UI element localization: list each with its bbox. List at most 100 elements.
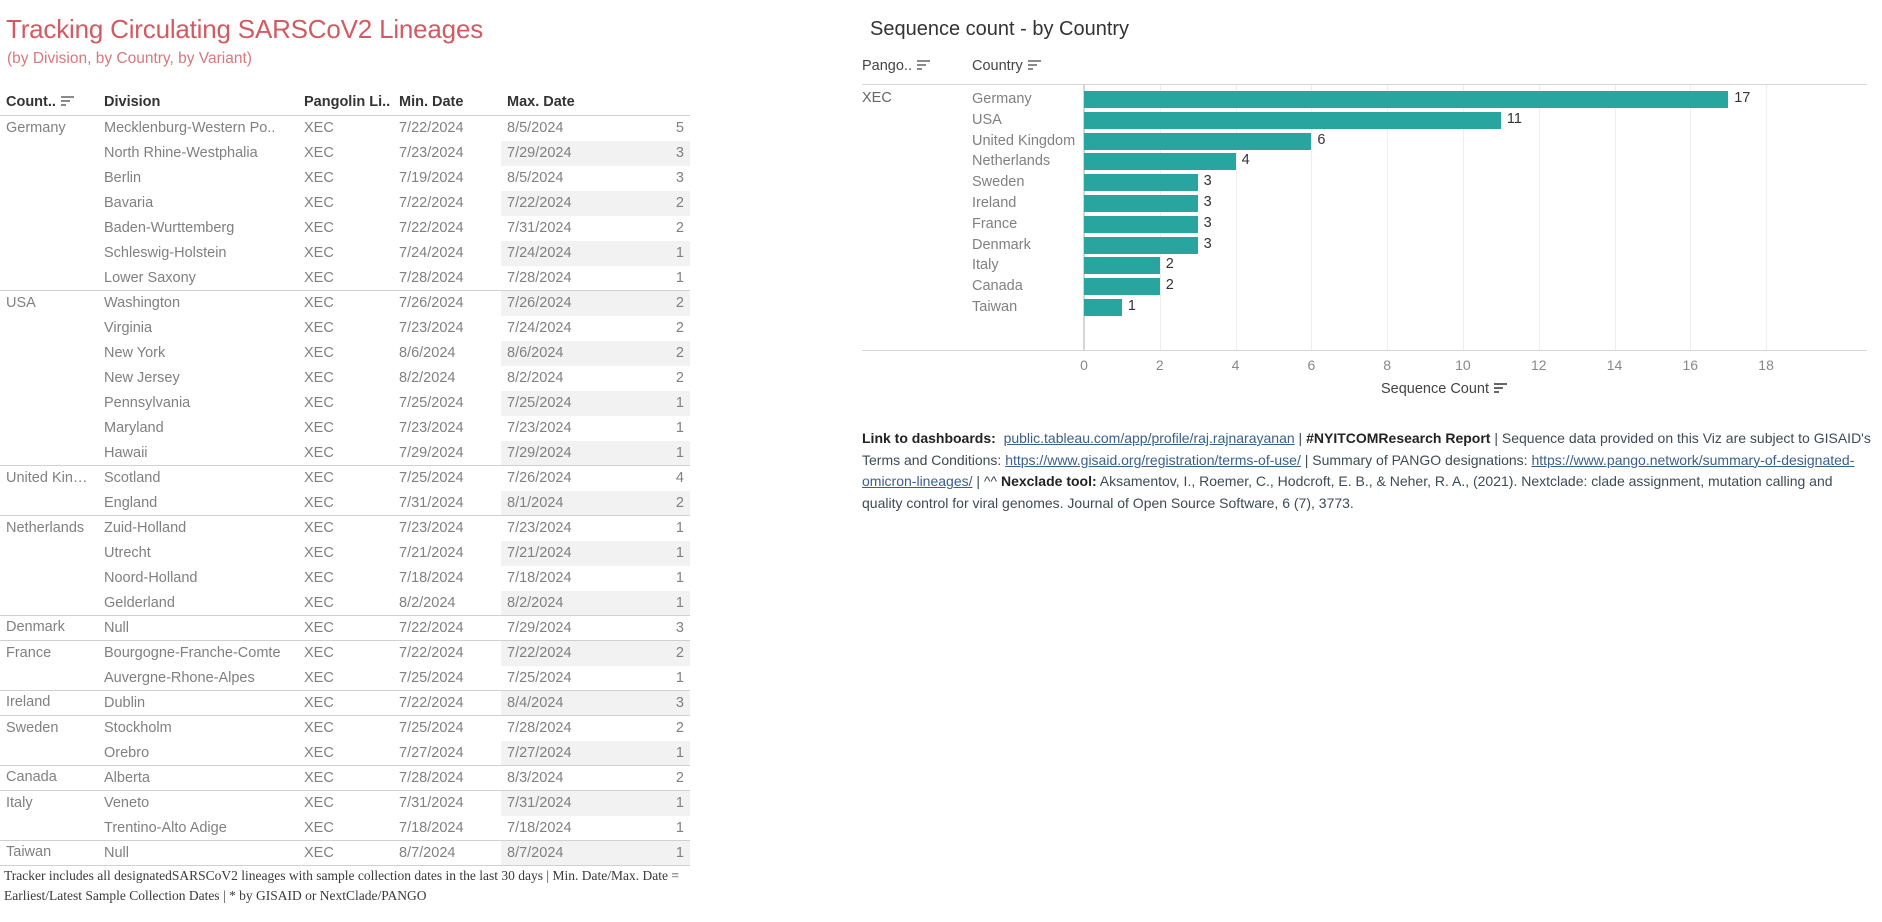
sort-icon[interactable] (1494, 383, 1508, 394)
category-label[interactable]: Ireland (972, 193, 1016, 214)
table-row[interactable]: Canada Alberta XEC 7/28/2024 8/3/2024 2 (0, 765, 690, 791)
table-row[interactable]: North Rhine-Westphalia XEC 7/23/2024 7/29/2… (0, 140, 690, 166)
table-row[interactable]: Sweden Stockholm XEC 7/25/2024 7/28/2024 2 (0, 715, 690, 741)
bar[interactable] (1084, 257, 1160, 275)
table-row[interactable]: Orebro XEC 7/27/2024 7/27/2024 1 (0, 740, 690, 766)
category-label[interactable]: Sweden (972, 172, 1024, 193)
x-axis-title[interactable]: Sequence Count (1381, 381, 1508, 397)
table-row[interactable]: USA Washington XEC 7/26/2024 7/26/2024 2 (0, 290, 690, 316)
table-row[interactable]: England XEC 7/31/2024 8/1/2024 2 (0, 490, 690, 516)
category-label[interactable]: Taiwan (972, 297, 1017, 318)
category-label[interactable]: Italy (972, 255, 999, 276)
table-row[interactable]: New Jersey XEC 8/2/2024 8/2/2024 2 (0, 366, 690, 391)
cell-division: Pennsylvania (104, 395, 191, 411)
table-row[interactable]: Lower Saxony XEC 7/28/2024 7/28/2024 1 (0, 266, 690, 291)
column-header-chart-country[interactable]: Country (972, 58, 1041, 74)
category-label[interactable]: Germany (972, 89, 1032, 110)
bar[interactable] (1084, 195, 1198, 212)
cell-country: France (0, 640, 98, 666)
cell-maxdate: 7/22/2024 (501, 640, 606, 666)
cell-mindate: 7/23/2024 (399, 145, 464, 161)
bar[interactable] (1084, 299, 1122, 316)
table-row[interactable]: Gelderland XEC 8/2/2024 8/2/2024 1 (0, 590, 690, 616)
table-row[interactable]: Auvergne-Rhone-Alpes XEC 7/25/2024 7/25/202… (0, 666, 690, 691)
cell-country (0, 441, 98, 466)
bar[interactable] (1084, 278, 1160, 296)
category-label[interactable]: Canada (972, 276, 1023, 297)
table-row[interactable]: Virginia XEC 7/23/2024 7/24/2024 2 (0, 316, 690, 341)
bar-row: 1 (1084, 297, 1867, 318)
category-label[interactable]: Netherlands (972, 151, 1050, 172)
table-row[interactable]: Schleswig-Holstein XEC 7/24/2024 7/24/2024 1 (0, 240, 690, 266)
sort-icon[interactable] (917, 60, 930, 71)
column-header-count[interactable] (606, 92, 690, 116)
bar[interactable] (1084, 91, 1729, 108)
cell-num: 1 (606, 515, 690, 541)
table-row[interactable]: Utrecht XEC 7/21/2024 7/21/2024 1 (0, 540, 690, 566)
x-tick-label: 14 (1606, 357, 1623, 373)
table-row[interactable]: Maryland XEC 7/23/2024 7/23/2024 1 (0, 416, 690, 441)
gisaid-terms-link[interactable]: https://www.gisaid.org/registration/term… (1005, 452, 1301, 468)
column-header-division[interactable]: Division (98, 92, 298, 116)
table-row[interactable]: United KingdomScotlandXEC7/25/20247/26/2… (0, 465, 690, 491)
cell-maxdate: 7/26/2024 (501, 465, 606, 491)
table-row[interactable]: Pennsylvania XEC 7/25/2024 7/25/2024 1 (0, 390, 690, 416)
cell-country: Sweden (0, 715, 98, 741)
table-row[interactable]: Hawaii XEC 7/29/2024 7/29/2024 1 (0, 440, 690, 466)
bar-value-label: 11 (1506, 110, 1522, 127)
bar[interactable] (1084, 111, 1501, 129)
column-header-country[interactable]: Count.. (0, 92, 98, 116)
bar[interactable] (1084, 174, 1198, 192)
bar[interactable] (1084, 153, 1236, 171)
table-row[interactable]: Taiwan Null XEC 8/7/2024 8/7/2024 1 (0, 840, 690, 866)
bar[interactable] (1084, 236, 1198, 254)
cell-country (0, 141, 98, 166)
sort-icon[interactable] (1027, 60, 1041, 71)
cell-maxdate: 7/21/2024 (501, 540, 606, 566)
tableau-profile-link[interactable]: public.tableau.com/app/profile/raj.rajna… (1004, 430, 1295, 446)
cell-division: Alberta (98, 765, 298, 791)
cell-num: 1 (606, 790, 690, 816)
table-row[interactable]: Italy Veneto XEC 7/31/2024 7/31/2024 1 (0, 790, 690, 816)
category-label[interactable]: USA (972, 110, 1002, 131)
table-row[interactable]: Bavaria XEC 7/22/2024 7/22/2024 2 (0, 190, 690, 216)
cell-country (0, 541, 98, 566)
category-label[interactable]: United Kingdom (972, 131, 1075, 152)
category-label[interactable]: France (972, 214, 1017, 235)
table-row[interactable]: Netherlands Zuid-Holland XEC 7/23/2024 7/23/… (0, 515, 690, 541)
cell-lineage: XEC (298, 790, 393, 816)
table-row[interactable]: Trentino-Alto Adige XEC 7/18/2024 7/18/2024… (0, 816, 690, 841)
cell-country: Denmark (0, 615, 98, 641)
table-row[interactable]: France Bourgogne-Franche-Comte XEC 7/22/202… (0, 640, 690, 666)
table-row[interactable]: Berlin XEC 7/19/2024 8/5/2024 3 (0, 166, 690, 191)
table-row[interactable]: Germany Mecklenburg-Western Po.. XEC 7/22/2… (0, 116, 690, 141)
cell-country: Netherlands (0, 515, 98, 541)
cell-division: Scotland (98, 465, 298, 491)
lineage-table: Count.. Division Pangolin Li.. Min. Date… (0, 92, 690, 866)
bar[interactable] (1084, 132, 1312, 150)
table-row[interactable]: Noord-Holland XEC 7/18/2024 7/18/2024 1 (0, 566, 690, 591)
bar[interactable] (1084, 215, 1198, 233)
column-header-max-date[interactable]: Max. Date (501, 92, 606, 116)
table-row[interactable]: New York XEC 8/6/2024 8/6/2024 2 (0, 340, 690, 366)
cell-division: Orebro (104, 744, 150, 761)
sort-icon[interactable] (60, 96, 74, 107)
cell-num: 3 (606, 140, 690, 166)
cell-division: New Jersey (104, 370, 180, 386)
cell-lineage: XEC (304, 494, 334, 511)
column-header-pango-lineage[interactable]: Pango.. (862, 58, 930, 74)
cell-mindate: 8/7/2024 (393, 840, 501, 866)
cell-lineage: XEC (304, 420, 334, 436)
cell-country (0, 241, 98, 266)
table-row[interactable]: Denmark Null XEC 7/22/2024 7/29/2024 3 (0, 615, 690, 641)
cell-num: 2 (606, 715, 690, 741)
cell-maxdate: 7/23/2024 (501, 515, 606, 541)
cell-lineage: XEC (304, 220, 334, 236)
category-label[interactable]: Denmark (972, 235, 1031, 256)
column-header-pangolin-lineage[interactable]: Pangolin Li.. (298, 92, 393, 116)
column-header-min-date[interactable]: Min. Date (393, 92, 501, 116)
cell-country: Germany (6, 119, 66, 136)
table-row[interactable]: Baden-Wurttemberg XEC 7/22/2024 7/31/2024 2 (0, 216, 690, 241)
cell-division: Lower Saxony (104, 269, 196, 286)
table-row[interactable]: Ireland Dublin XEC 7/22/2024 8/4/2024 3 (0, 690, 690, 716)
